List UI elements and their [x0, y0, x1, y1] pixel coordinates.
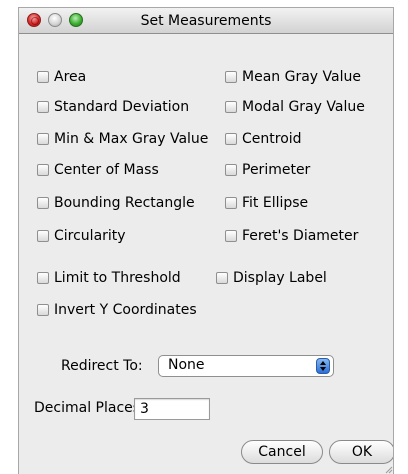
checkbox-label: Display Label	[233, 270, 327, 286]
window-title: Set Measurements	[140, 13, 272, 29]
checkbox-area[interactable]: Area	[37, 68, 217, 86]
checkbox-ferets-diameter[interactable]: Feret's Diameter	[225, 227, 390, 245]
checkbox-box[interactable]	[225, 164, 237, 176]
checkbox-box[interactable]	[37, 101, 49, 113]
redirect-to-value: None	[168, 357, 205, 373]
title-bar[interactable]: Set Measurements	[19, 8, 393, 34]
cancel-button[interactable]: Cancel	[241, 440, 323, 464]
checkbox-label: Feret's Diameter	[242, 228, 359, 244]
checkbox-box[interactable]	[37, 71, 49, 83]
resize-grip-icon[interactable]	[383, 464, 393, 474]
checkbox-limit-to-threshold[interactable]: Limit to Threshold	[37, 269, 217, 287]
checkbox-box[interactable]	[37, 197, 49, 209]
checkbox-box[interactable]	[37, 304, 49, 316]
checkbox-label: Min & Max Gray Value	[54, 131, 209, 147]
checkbox-label: Centroid	[242, 131, 302, 147]
decimal-places-input[interactable]: 3	[134, 398, 210, 420]
checkbox-label: Limit to Threshold	[54, 270, 181, 286]
checkbox-centroid[interactable]: Centroid	[225, 130, 390, 148]
checkbox-box[interactable]	[225, 101, 237, 113]
checkbox-label: Modal Gray Value	[242, 99, 365, 115]
checkbox-min-max-gray-value[interactable]: Min & Max Gray Value	[37, 130, 217, 148]
checkbox-label: Perimeter	[242, 162, 311, 178]
checkbox-label: Bounding Rectangle	[54, 195, 195, 211]
checkbox-perimeter[interactable]: Perimeter	[225, 161, 390, 179]
checkbox-box[interactable]	[225, 133, 237, 145]
redirect-to-label: Redirect To:	[61, 358, 143, 374]
checkbox-label: Mean Gray Value	[242, 69, 361, 85]
checkbox-label: Circularity	[54, 228, 126, 244]
checkbox-label: Invert Y Coordinates	[54, 302, 197, 318]
checkbox-modal-gray-value[interactable]: Modal Gray Value	[225, 98, 390, 116]
checkbox-display-label[interactable]: Display Label	[216, 269, 386, 287]
checkbox-mean-gray-value[interactable]: Mean Gray Value	[225, 68, 390, 86]
checkbox-label: Standard Deviation	[54, 99, 190, 115]
checkbox-label: Area	[54, 69, 87, 85]
decimal-places-label: Decimal Places:	[34, 400, 145, 416]
checkbox-box[interactable]	[225, 197, 237, 209]
checkbox-label: Fit Ellipse	[242, 195, 309, 211]
checkbox-fit-ellipse[interactable]: Fit Ellipse	[225, 194, 390, 212]
ok-button[interactable]: OK	[329, 440, 393, 464]
checkbox-label: Center of Mass	[54, 162, 159, 178]
checkbox-box[interactable]	[37, 133, 49, 145]
checkbox-standard-deviation[interactable]: Standard Deviation	[37, 98, 217, 116]
checkbox-box[interactable]	[37, 164, 49, 176]
checkbox-invert-y-coordinates[interactable]: Invert Y Coordinates	[37, 301, 204, 319]
checkbox-box[interactable]	[225, 71, 237, 83]
checkbox-circularity[interactable]: Circularity	[37, 227, 217, 245]
checkbox-box[interactable]	[37, 230, 49, 242]
checkbox-box[interactable]	[216, 272, 228, 284]
checkbox-center-of-mass[interactable]: Center of Mass	[37, 161, 217, 179]
checkbox-bounding-rectangle[interactable]: Bounding Rectangle	[37, 194, 217, 212]
popup-arrows-icon	[316, 358, 330, 374]
set-measurements-dialog: Set Measurements Area Mean Gray Value St…	[18, 7, 394, 474]
checkbox-box[interactable]	[37, 272, 49, 284]
redirect-to-select[interactable]: None	[158, 355, 334, 377]
checkbox-box[interactable]	[225, 230, 237, 242]
